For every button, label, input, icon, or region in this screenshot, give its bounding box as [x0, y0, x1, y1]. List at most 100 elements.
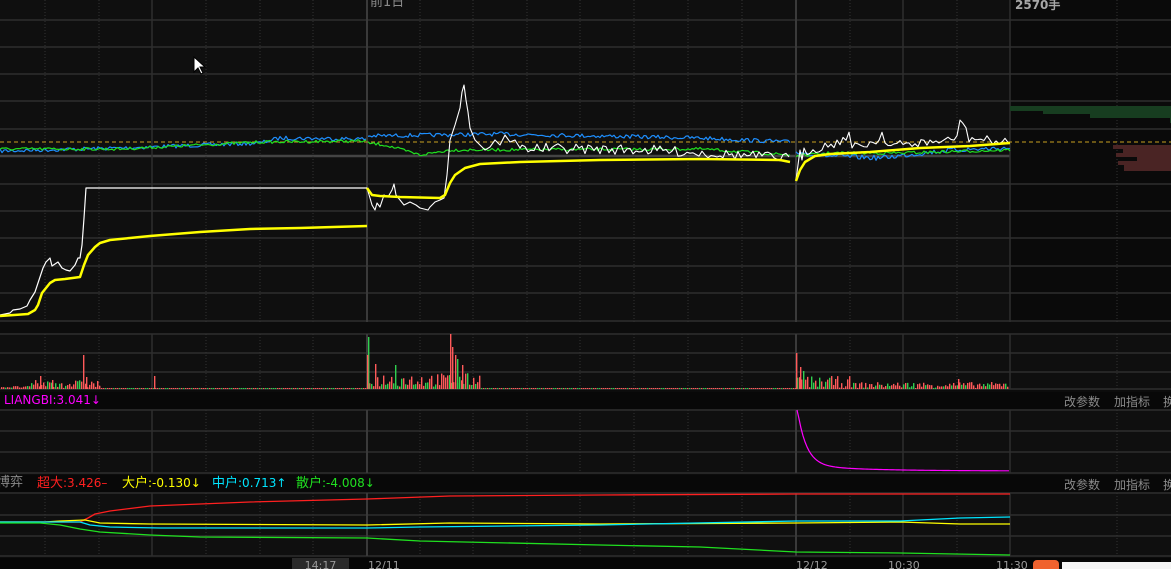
- volume-bar: [271, 388, 273, 389]
- volume-bar: [119, 388, 121, 389]
- volume-bar: [385, 384, 387, 389]
- volume-bar: [37, 383, 39, 389]
- volume-bar: [365, 388, 367, 389]
- volume-bar: [19, 387, 21, 389]
- volume-bar: [67, 385, 69, 389]
- volume-bar: [833, 384, 835, 389]
- volume-bar: [897, 382, 899, 389]
- volume-bar: [151, 388, 153, 389]
- volume-bar: [475, 383, 477, 389]
- volume-bar: [25, 386, 27, 389]
- volume-bar: [745, 388, 747, 389]
- volume-bar: [251, 388, 253, 389]
- taskbar-app-icon[interactable]: [1033, 560, 1059, 569]
- volume-bar: [154, 376, 156, 389]
- add-indicator-button[interactable]: 加指标: [1114, 476, 1150, 493]
- volume-bar: [867, 387, 869, 389]
- volume-bar: [485, 388, 487, 389]
- volume-bar: [185, 388, 187, 389]
- volume-bar: [137, 388, 139, 389]
- volume-bar: [227, 388, 229, 389]
- modify-params-button[interactable]: 改参数: [1064, 476, 1100, 493]
- volume-bar: [989, 384, 991, 389]
- volume-bar: [40, 376, 42, 389]
- volume-bar: [755, 388, 757, 389]
- volume-bar: [615, 388, 617, 389]
- volume-bar: [187, 388, 189, 389]
- volume-bar: [995, 383, 997, 389]
- volume-bar: [519, 388, 521, 389]
- volume-bar: [301, 388, 303, 389]
- volume-bar: [927, 384, 929, 389]
- taskbar-area: [1062, 562, 1171, 569]
- volume-bar: [601, 388, 603, 389]
- volume-bar: [459, 376, 461, 389]
- volume-bar: [655, 388, 657, 389]
- legend-name: 超大: [37, 476, 64, 491]
- volume-bar: [397, 385, 399, 389]
- volume-bar: [191, 388, 193, 389]
- legend-name: 散户: [296, 476, 323, 491]
- volume-bar: [357, 388, 359, 389]
- volume-bar: [685, 388, 687, 389]
- volume-bar: [805, 379, 807, 389]
- volume-bar: [903, 384, 905, 389]
- volume-bar: [551, 388, 553, 389]
- volume-bar: [633, 388, 635, 389]
- volume-bar: [796, 353, 798, 389]
- volume-bar: [1007, 386, 1009, 389]
- volume-bar: [929, 385, 931, 389]
- volume-bar: [257, 388, 259, 389]
- volume-bar: [489, 388, 491, 389]
- volume-bar: [219, 388, 221, 389]
- volume-bar: [991, 382, 993, 389]
- ask-depth-bar: [1123, 149, 1171, 153]
- switch-indicator-button[interactable]: 换: [1163, 393, 1171, 410]
- volume-bar: [189, 388, 191, 389]
- switch-indicator-button[interactable]: 换: [1163, 476, 1171, 493]
- volume-bar: [217, 388, 219, 389]
- volume-bar: [329, 388, 331, 389]
- volume-bar: [859, 383, 861, 389]
- volume-bar: [757, 388, 759, 389]
- volume-bar: [495, 388, 497, 389]
- volume-bar: [517, 388, 519, 389]
- volume-bar: [981, 386, 983, 389]
- volume-bar: [629, 388, 631, 389]
- legend-value: :-4.008: [322, 476, 365, 490]
- volume-bar: [263, 388, 265, 389]
- volume-bar: [389, 381, 391, 389]
- volume-bar: [619, 388, 621, 389]
- volume-bar: [123, 388, 125, 389]
- volume-bar: [549, 388, 551, 389]
- volume-bar: [877, 382, 879, 389]
- add-indicator-button[interactable]: 加指标: [1114, 393, 1150, 410]
- volume-bar: [49, 382, 51, 389]
- volume-bar: [83, 355, 85, 389]
- modify-params-button[interactable]: 改参数: [1064, 393, 1100, 410]
- volume-bar: [437, 374, 439, 389]
- volume-bar: [763, 388, 765, 389]
- volume-bar: [915, 387, 917, 389]
- legend-name: 大户: [122, 476, 149, 491]
- volume-bar: [493, 388, 495, 389]
- volume-bar: [787, 388, 789, 389]
- ask-depth-bar: [1118, 161, 1171, 165]
- volume-bar: [579, 388, 581, 389]
- volume-bar: [405, 384, 407, 389]
- volume-bar: [359, 388, 361, 389]
- volume-bar: [849, 376, 851, 389]
- volume-bar: [743, 388, 745, 389]
- volume-bar: [199, 388, 201, 389]
- volume-bar: [291, 388, 293, 389]
- volume-bar: [813, 382, 815, 389]
- volume-bar: [807, 376, 809, 389]
- volume-bar: [105, 388, 107, 389]
- volume-bar: [987, 383, 989, 389]
- volume-bar: [659, 388, 661, 389]
- volume-bar: [171, 388, 173, 389]
- volume-bar: [958, 379, 960, 389]
- volume-bar: [721, 388, 723, 389]
- volume-bar: [671, 388, 673, 389]
- volume-bar: [829, 377, 831, 389]
